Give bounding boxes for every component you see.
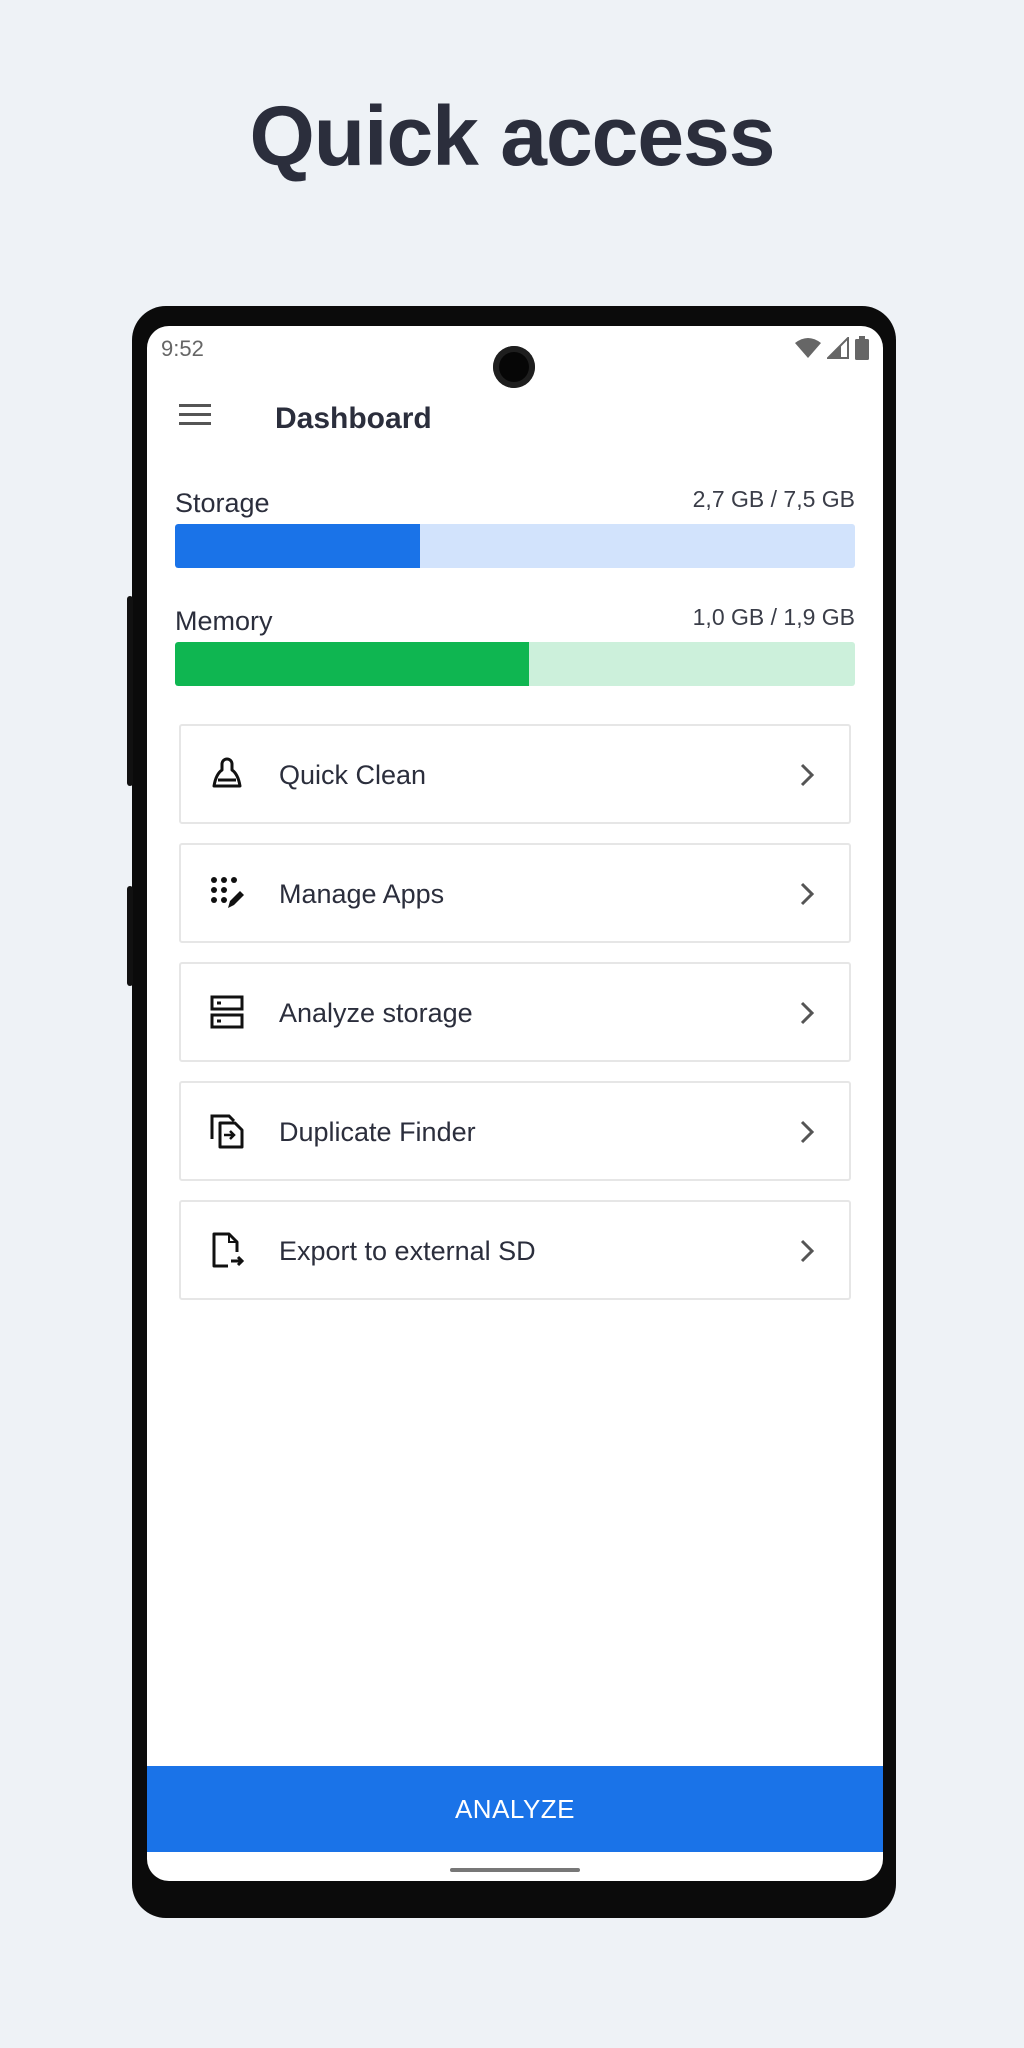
action-quick-clean[interactable]: Quick Clean (179, 724, 851, 824)
chevron-right-icon (800, 1120, 815, 1144)
memory-progress-track (175, 642, 855, 686)
storage-icon (210, 995, 244, 1029)
battery-icon (855, 336, 869, 360)
action-analyze-storage[interactable]: Analyze storage (179, 962, 851, 1062)
front-camera (493, 346, 535, 388)
side-button-volume (127, 886, 133, 986)
phone-screen: 9:52 Dashboard Storage 2,7 GB / 7,5 GB M… (147, 326, 883, 1881)
storage-progress-track (175, 524, 855, 568)
quick-actions-list: Quick Clean Manage Apps Analyze storage (179, 724, 851, 1319)
chevron-right-icon (800, 882, 815, 906)
memory-label: Memory (175, 606, 273, 636)
chevron-right-icon (800, 763, 815, 787)
action-label: Duplicate Finder (279, 1117, 476, 1147)
headline: Quick access (249, 89, 775, 183)
memory-value: 1,0 GB / 1,9 GB (692, 604, 855, 630)
action-label: Analyze storage (279, 998, 473, 1028)
wifi-icon (795, 338, 821, 358)
action-duplicate-finder[interactable]: Duplicate Finder (179, 1081, 851, 1181)
chevron-right-icon (800, 1239, 815, 1263)
app-bar: Dashboard (147, 386, 883, 446)
chevron-right-icon (800, 1001, 815, 1025)
storage-value: 2,7 GB / 7,5 GB (692, 486, 855, 512)
action-label: Quick Clean (279, 760, 427, 790)
storage-label: Storage (175, 488, 270, 518)
analyze-button[interactable]: ANALYZE (147, 1766, 883, 1852)
status-time: 9:52 (161, 336, 204, 361)
export-file-icon (212, 1232, 245, 1268)
duplicate-icon (210, 1114, 244, 1149)
apps-edit-icon (211, 877, 244, 908)
memory-progress-fill (175, 642, 529, 686)
action-manage-apps[interactable]: Manage Apps (179, 843, 851, 943)
hamburger-menu-icon[interactable] (177, 400, 213, 430)
cell-signal-icon (827, 337, 849, 359)
home-indicator[interactable] (450, 1868, 580, 1872)
action-export-to-sd[interactable]: Export to external SD (179, 1200, 851, 1300)
side-button-power (127, 596, 133, 786)
storage-progress-fill (175, 524, 420, 568)
action-label: Export to external SD (279, 1236, 536, 1266)
page-title: Dashboard (275, 402, 432, 435)
action-label: Manage Apps (279, 879, 445, 909)
broom-icon (212, 757, 242, 788)
status-icons (795, 336, 869, 360)
